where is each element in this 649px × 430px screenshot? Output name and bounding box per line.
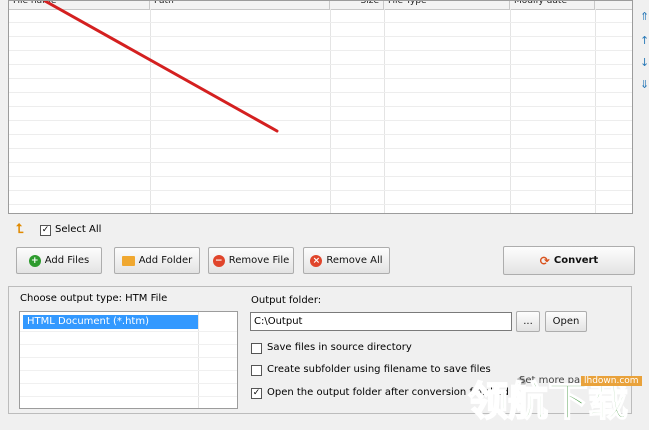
list-row-line <box>20 344 237 345</box>
select-all-label: Select All <box>55 224 102 235</box>
move-up-icon[interactable]: ↑ <box>640 34 649 47</box>
select-all-checkbox[interactable]: ✓ <box>40 225 51 236</box>
list-row-line <box>20 357 237 358</box>
add-files-button[interactable]: + Add Files <box>16 247 102 274</box>
list-row-line <box>20 331 237 332</box>
save-in-source-checkbox[interactable] <box>251 343 262 354</box>
convert-button[interactable]: ⟳ Convert <box>503 246 635 275</box>
folder-icon <box>121 255 135 266</box>
move-bottom-icon[interactable]: ⇓ <box>640 78 649 91</box>
convert-label: Convert <box>553 255 599 266</box>
file-list-table[interactable]: File name Path Size File Type Modify dat… <box>8 0 633 214</box>
remove-file-label: Remove File <box>228 255 290 266</box>
output-folder-label: Output folder: <box>251 295 322 306</box>
minus-icon: − <box>212 254 225 267</box>
open-button[interactable]: Open <box>545 311 587 332</box>
list-column-divider <box>198 312 199 408</box>
output-type-item[interactable]: HTML Document (*.htm) <box>23 315 198 329</box>
annotation-arrow <box>43 1 279 133</box>
create-subfolder-checkbox[interactable] <box>251 365 262 376</box>
convert-icon: ⟳ <box>539 253 550 268</box>
remove-all-icon: × <box>310 254 323 267</box>
save-in-source-label: Save files in source directory <box>267 342 412 353</box>
move-down-icon[interactable]: ↓ <box>640 56 649 69</box>
remove-all-button[interactable]: × Remove All <box>303 247 390 274</box>
move-top-icon[interactable]: ⇑ <box>640 10 649 23</box>
remove-all-label: Remove All <box>326 255 383 266</box>
add-files-label: Add Files <box>44 255 90 266</box>
list-row-line <box>20 396 237 397</box>
output-type-label: Choose output type: HTM File <box>20 293 168 304</box>
list-row-line <box>20 370 237 371</box>
watermark-site: lhdown.com <box>581 376 642 386</box>
create-subfolder-label: Create subfolder using filename to save … <box>267 364 491 375</box>
output-folder-input[interactable]: C:\Output <box>250 312 512 331</box>
open-label: Open <box>552 316 580 327</box>
up-arrow-icon[interactable]: ⮤ <box>16 223 30 236</box>
plus-icon: + <box>28 254 41 267</box>
add-folder-label: Add Folder <box>138 255 193 266</box>
add-folder-button[interactable]: Add Folder <box>114 247 200 274</box>
list-row-line <box>20 409 237 410</box>
open-output-folder-checkbox[interactable]: ✓ <box>251 388 262 399</box>
output-type-list[interactable]: HTML Document (*.htm) <box>19 311 238 410</box>
list-row-line <box>20 383 237 384</box>
remove-file-button[interactable]: − Remove File <box>208 247 294 274</box>
browse-label: ... <box>523 316 533 327</box>
browse-button[interactable]: ... <box>516 311 540 332</box>
